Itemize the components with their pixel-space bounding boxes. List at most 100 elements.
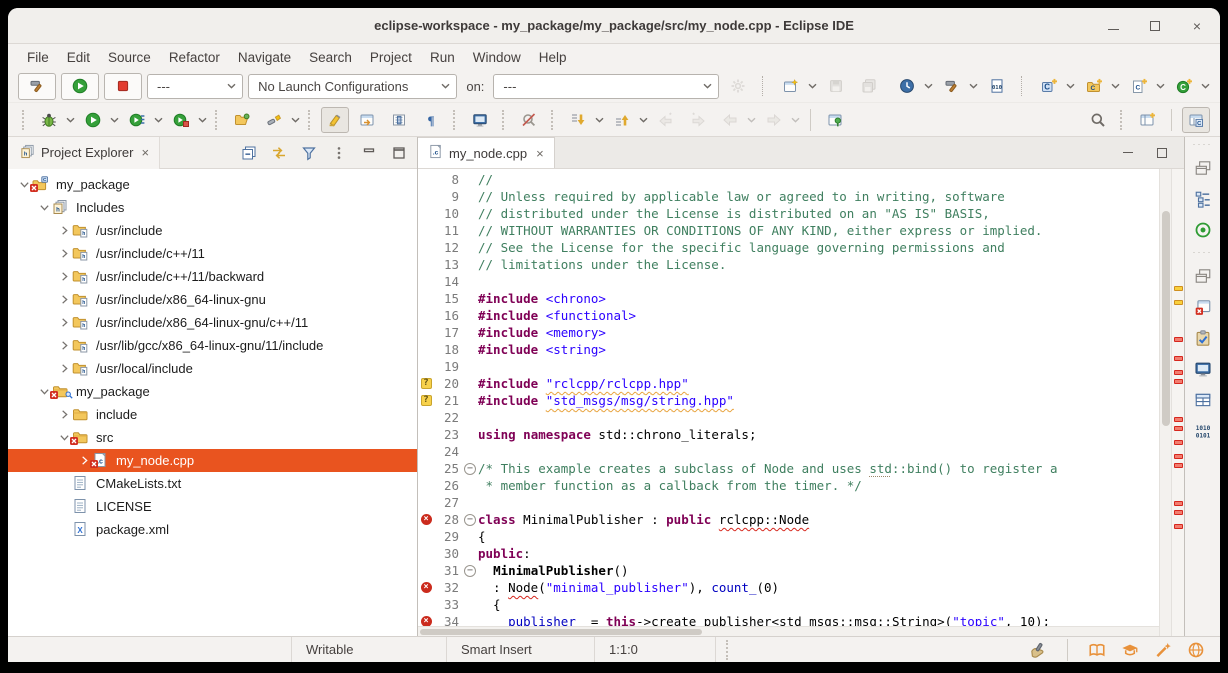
- tab-my-node-cpp[interactable]: .c my_node.cpp ×: [418, 137, 555, 168]
- menu-run[interactable]: Run: [421, 47, 464, 68]
- tutorials-icon[interactable]: [1120, 640, 1140, 660]
- forward-button-menu-chevron[interactable]: [791, 116, 800, 124]
- launch-mode-combo[interactable]: ---: [147, 74, 243, 99]
- run-as-button-menu-chevron[interactable]: [110, 116, 119, 124]
- overview-error-marker[interactable]: [1174, 370, 1183, 375]
- build-active-config-button-menu-chevron[interactable]: [969, 82, 978, 90]
- tree-item-include[interactable]: include: [8, 403, 417, 426]
- tab-project-explorer[interactable]: h Project Explorer ×: [8, 137, 160, 169]
- tree-item-usr-include-c-11-backward[interactable]: h/usr/include/c++/11/backward: [8, 265, 417, 288]
- close-button[interactable]: ×: [1188, 17, 1206, 35]
- link-with-editor-button[interactable]: [269, 143, 289, 163]
- tree-item-src[interactable]: src: [8, 426, 417, 449]
- overview-error-marker[interactable]: [1174, 463, 1183, 468]
- writing-hand-icon[interactable]: [1028, 640, 1048, 660]
- restore-views-button[interactable]: [1191, 156, 1215, 180]
- coverage-button[interactable]: [123, 107, 151, 133]
- previous-annotation-button-menu-chevron[interactable]: [639, 116, 648, 124]
- error-marker-icon[interactable]: ×: [421, 514, 432, 525]
- run-as-button[interactable]: [79, 107, 107, 133]
- overview-error-marker[interactable]: [1174, 356, 1183, 361]
- debug-button-menu-chevron[interactable]: [66, 116, 75, 124]
- build-targets-view-button[interactable]: [1191, 218, 1215, 242]
- menu-source[interactable]: Source: [99, 47, 160, 68]
- open-console-button[interactable]: [466, 107, 494, 133]
- profile-button[interactable]: [167, 107, 195, 133]
- block-selection-button[interactable]: [385, 107, 413, 133]
- expand-chevron-icon[interactable]: [56, 292, 72, 308]
- overview-error-marker[interactable]: [1174, 440, 1183, 445]
- back-button[interactable]: [716, 107, 744, 133]
- build-active-config-button[interactable]: [938, 73, 966, 99]
- show-selected-element-button[interactable]: [353, 107, 381, 133]
- new-class-button-menu-chevron[interactable]: [1066, 82, 1075, 90]
- new-source-file-button[interactable]: C: [1125, 73, 1153, 99]
- memory-view-button[interactable]: 10100101: [1191, 419, 1215, 443]
- debug-history-button[interactable]: [893, 73, 921, 99]
- tree-item-my-package[interactable]: my_package: [8, 380, 417, 403]
- new-cpp-project-button[interactable]: C: [1170, 73, 1198, 99]
- launch-target-combo[interactable]: ---: [493, 74, 719, 99]
- restore-views-button-2[interactable]: [1191, 264, 1215, 288]
- overview-error-marker[interactable]: [1174, 379, 1183, 384]
- getting-started-icon[interactable]: [1153, 640, 1173, 660]
- overview-error-marker[interactable]: [1174, 454, 1183, 459]
- next-annotation-button[interactable]: [564, 107, 592, 133]
- horizontal-scrollbar[interactable]: [418, 626, 1159, 636]
- tree-item-usr-include-x86-64-linux-gnu[interactable]: h/usr/include/x86_64-linux-gnu: [8, 288, 417, 311]
- fold-collapse-icon[interactable]: −: [462, 565, 478, 577]
- launch-configuration-combo[interactable]: No Launch Configurations: [248, 74, 457, 99]
- close-tab-icon[interactable]: ×: [536, 146, 544, 161]
- expand-chevron-icon[interactable]: [56, 315, 72, 331]
- save-all-button[interactable]: [855, 73, 883, 99]
- unresolved-inclusion-marker-icon[interactable]: ?: [421, 395, 432, 406]
- new-cpp-project-button-menu-chevron[interactable]: [1201, 82, 1210, 90]
- overview-error-marker[interactable]: [1174, 501, 1183, 506]
- menu-help[interactable]: Help: [530, 47, 576, 68]
- outline-view-button[interactable]: [1191, 187, 1215, 211]
- tree-item-my-package[interactable]: Cmy_package: [8, 173, 417, 196]
- collapse-chevron-icon[interactable]: [36, 200, 52, 216]
- maximize-editor-button[interactable]: [1152, 143, 1172, 163]
- overview-warning-marker[interactable]: [1174, 300, 1183, 305]
- minimize-view-button[interactable]: [359, 143, 379, 163]
- mark-occurrences-button[interactable]: [321, 107, 349, 133]
- open-perspective-button[interactable]: [1133, 107, 1161, 133]
- toggle-highlight-button[interactable]: [515, 107, 543, 133]
- debug-button[interactable]: [35, 107, 63, 133]
- expand-chevron-icon[interactable]: [56, 223, 72, 239]
- tree-item-license[interactable]: LICENSE: [8, 495, 417, 518]
- expand-chevron-icon[interactable]: [56, 338, 72, 354]
- menu-window[interactable]: Window: [464, 47, 530, 68]
- show-whitespace-button[interactable]: ¶: [417, 107, 445, 133]
- view-menu-button[interactable]: [329, 143, 349, 163]
- external-tools-button-menu-chevron[interactable]: [291, 116, 300, 124]
- tree-item-usr-include-c-11[interactable]: h/usr/include/c++/11: [8, 242, 417, 265]
- vertical-scrollbar[interactable]: [1159, 169, 1171, 636]
- fold-collapse-icon[interactable]: −: [462, 514, 478, 526]
- unresolved-inclusion-marker-icon[interactable]: ?: [421, 378, 432, 389]
- open-element-button[interactable]: [228, 107, 256, 133]
- overview-error-marker[interactable]: [1174, 524, 1183, 529]
- tree-item-usr-lib-gcc-x86-64-linux-gnu-11-include[interactable]: h/usr/lib/gcc/x86_64-linux-gnu/11/includ…: [8, 334, 417, 357]
- expand-chevron-icon[interactable]: [56, 361, 72, 377]
- new-source-folder-button-menu-chevron[interactable]: [1111, 82, 1120, 90]
- maximize-button[interactable]: [1146, 17, 1164, 35]
- new-wizard-button-menu-chevron[interactable]: [808, 82, 817, 90]
- minimize-button[interactable]: [1104, 17, 1122, 35]
- overview-error-marker[interactable]: [1174, 417, 1183, 422]
- menu-file[interactable]: File: [18, 47, 58, 68]
- expand-chevron-icon[interactable]: [56, 246, 72, 262]
- new-class-button[interactable]: C: [1035, 73, 1063, 99]
- tree-item-usr-include[interactable]: h/usr/include: [8, 219, 417, 242]
- horizontal-scrollbar-thumb[interactable]: [420, 629, 702, 635]
- run-button[interactable]: [61, 73, 99, 100]
- external-tools-button[interactable]: [260, 107, 288, 133]
- edit-launch-target-button[interactable]: [724, 73, 752, 99]
- binary-file-button[interactable]: 010: [983, 73, 1011, 99]
- tasks-view-button[interactable]: [1191, 326, 1215, 350]
- previous-annotation-button[interactable]: [608, 107, 636, 133]
- properties-view-button[interactable]: [1191, 388, 1215, 412]
- save-button[interactable]: [822, 73, 850, 99]
- pin-editor-button[interactable]: [821, 107, 849, 133]
